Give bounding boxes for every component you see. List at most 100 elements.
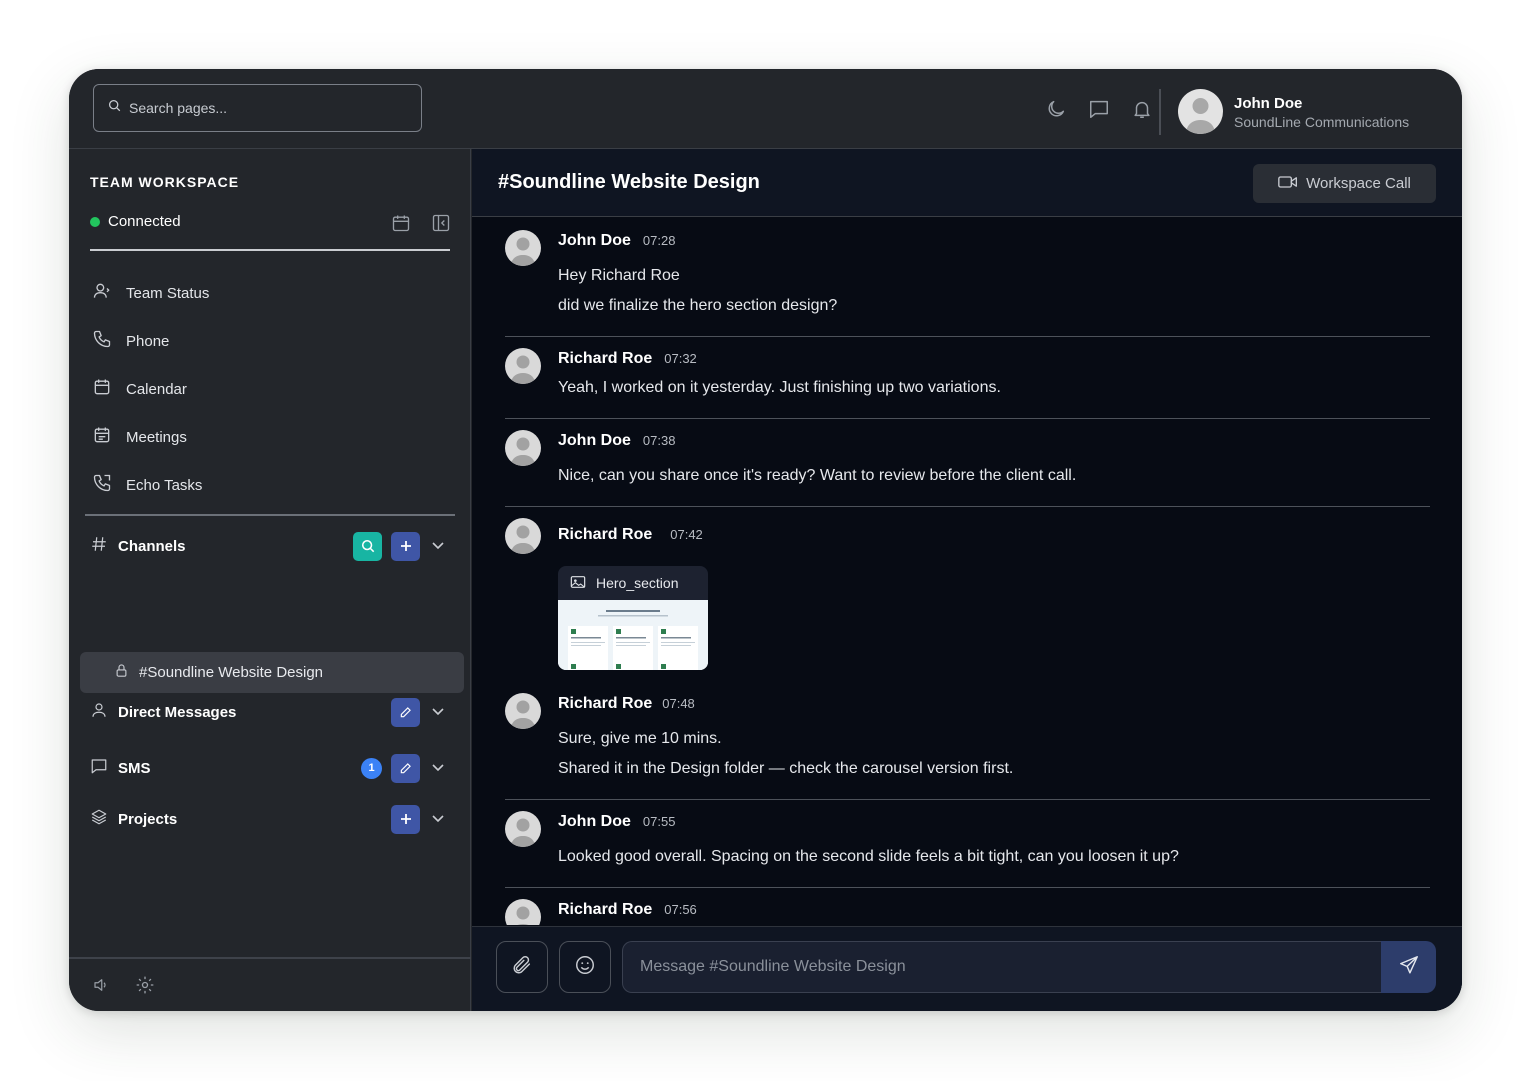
sidebar-item-phone[interactable]: Phone (90, 317, 450, 365)
message-time: 07:28 (642, 233, 676, 248)
attachment-name: Hero_section (596, 575, 679, 591)
sidebar-item-team-status[interactable]: Team Status (90, 269, 450, 317)
meetings-icon (92, 425, 112, 449)
chevron-down-icon[interactable] (426, 756, 450, 780)
status-label: Connected (108, 213, 181, 230)
avatar (505, 518, 541, 554)
message-author: John Doe (558, 232, 631, 249)
message-text: Shared it in the Design folder — check t… (558, 760, 1014, 777)
add-project-button[interactable] (391, 804, 420, 834)
message-composer (472, 926, 1462, 1011)
sidebar-nav: Team Status Phone Calendar Meetings Echo… (90, 269, 450, 509)
sms-section[interactable]: SMS 1 (90, 752, 450, 784)
hash-icon (90, 535, 108, 558)
attach-button[interactable] (496, 941, 548, 993)
attachment-header: Hero_section (558, 566, 708, 600)
collapse-sidebar-icon[interactable] (429, 211, 453, 235)
message-author: John Doe (558, 813, 631, 830)
lock-icon (114, 663, 129, 682)
speaker-icon[interactable] (89, 973, 113, 997)
message-author: John Doe (558, 432, 631, 449)
divider (90, 249, 450, 251)
search-channels-button[interactable] (353, 531, 382, 561)
top-bar: John Doe SoundLine Communications (69, 69, 1462, 149)
new-sms-button[interactable] (391, 753, 420, 783)
avatar (505, 348, 541, 384)
divider (1159, 89, 1161, 135)
chevron-down-icon[interactable] (426, 807, 450, 831)
sidebar-item-label: Phone (126, 332, 170, 350)
direct-messages-label: Direct Messages (118, 703, 237, 721)
message-text: Yeah, I worked on it yesterday. Just fin… (558, 379, 1001, 396)
workspace-call-button[interactable]: Workspace Call (1253, 164, 1436, 203)
avatar (505, 430, 541, 466)
divider (505, 887, 1430, 888)
search-input[interactable] (129, 100, 409, 116)
chat-panel: #Soundline Website Design Workspace Call… (472, 149, 1462, 1011)
top-icons (1044, 97, 1154, 121)
avatar[interactable] (1178, 89, 1223, 134)
message-time: 07:32 (664, 351, 697, 366)
user-icon (90, 701, 108, 724)
connection-status: Connected (90, 213, 181, 230)
gear-icon[interactable] (133, 973, 157, 997)
projects-label: Projects (118, 810, 178, 828)
send-button[interactable] (1381, 941, 1436, 993)
avatar (505, 230, 541, 266)
divider (85, 514, 455, 516)
direct-messages-section[interactable]: Direct Messages (90, 696, 450, 728)
chevron-down-icon[interactable] (426, 534, 450, 558)
message-time: 07:55 (642, 814, 676, 829)
user-name: John Doe (1234, 95, 1303, 112)
user-organization: SoundLine Communications (1234, 114, 1410, 130)
layers-icon (90, 808, 108, 831)
image-attachment[interactable]: Hero_section (558, 566, 708, 670)
add-channel-button[interactable] (391, 531, 420, 561)
message-input[interactable] (622, 941, 1381, 993)
moon-icon[interactable] (1044, 97, 1068, 121)
sidebar: TEAM WORKSPACE Connected Team Status Pho… (69, 149, 471, 1011)
message-time: 07:56 (664, 902, 697, 917)
message-time: 07:42 (670, 527, 703, 542)
sidebar-item-label: Calendar (126, 380, 187, 398)
team-status-icon (92, 281, 112, 305)
bell-icon[interactable] (1130, 97, 1154, 121)
avatar (505, 899, 541, 925)
emoji-button[interactable] (559, 941, 611, 993)
paperclip-icon (511, 954, 533, 981)
smiley-icon (574, 954, 596, 981)
unread-badge: 1 (361, 757, 382, 779)
message-icon[interactable] (1087, 97, 1111, 121)
channel-header: #Soundline Website Design Workspace Call (472, 149, 1462, 217)
sms-label: SMS (118, 759, 151, 777)
channels-section[interactable]: Channels (90, 530, 450, 562)
divider (505, 418, 1430, 419)
attachment-thumbnail (558, 600, 708, 670)
search-box[interactable] (93, 84, 422, 132)
echo-tasks-icon (92, 473, 112, 497)
avatar (505, 693, 541, 729)
sidebar-item-meetings[interactable]: Meetings (90, 413, 450, 461)
phone-icon (92, 329, 112, 353)
calendar-icon[interactable] (389, 211, 413, 235)
message-author: Richard Roe (558, 901, 653, 918)
projects-section[interactable]: Projects (90, 803, 450, 835)
chevron-down-icon[interactable] (426, 700, 450, 724)
message-list: John Doe 07:28 Hey Richard Roe did we fin… (472, 218, 1462, 925)
channel-item-active[interactable]: #Soundline Website Design (80, 652, 464, 693)
divider (505, 336, 1430, 337)
app-window: John Doe SoundLine Communications TEAM W… (69, 69, 1462, 1011)
sidebar-item-label: Team Status (126, 284, 210, 302)
sidebar-item-calendar[interactable]: Calendar (90, 365, 450, 413)
channel-name: #Soundline Website Design (139, 664, 324, 681)
calendar-icon (92, 377, 112, 401)
message-time: 07:48 (662, 696, 695, 711)
workspace-tools (389, 211, 453, 235)
avatar (505, 811, 541, 847)
new-message-button[interactable] (391, 697, 420, 727)
search-icon (108, 99, 121, 117)
message-author: Richard Roe (558, 695, 653, 712)
call-label: Workspace Call (1306, 175, 1411, 192)
video-icon (1278, 174, 1298, 194)
sidebar-item-echo-tasks[interactable]: Echo Tasks (90, 461, 450, 509)
